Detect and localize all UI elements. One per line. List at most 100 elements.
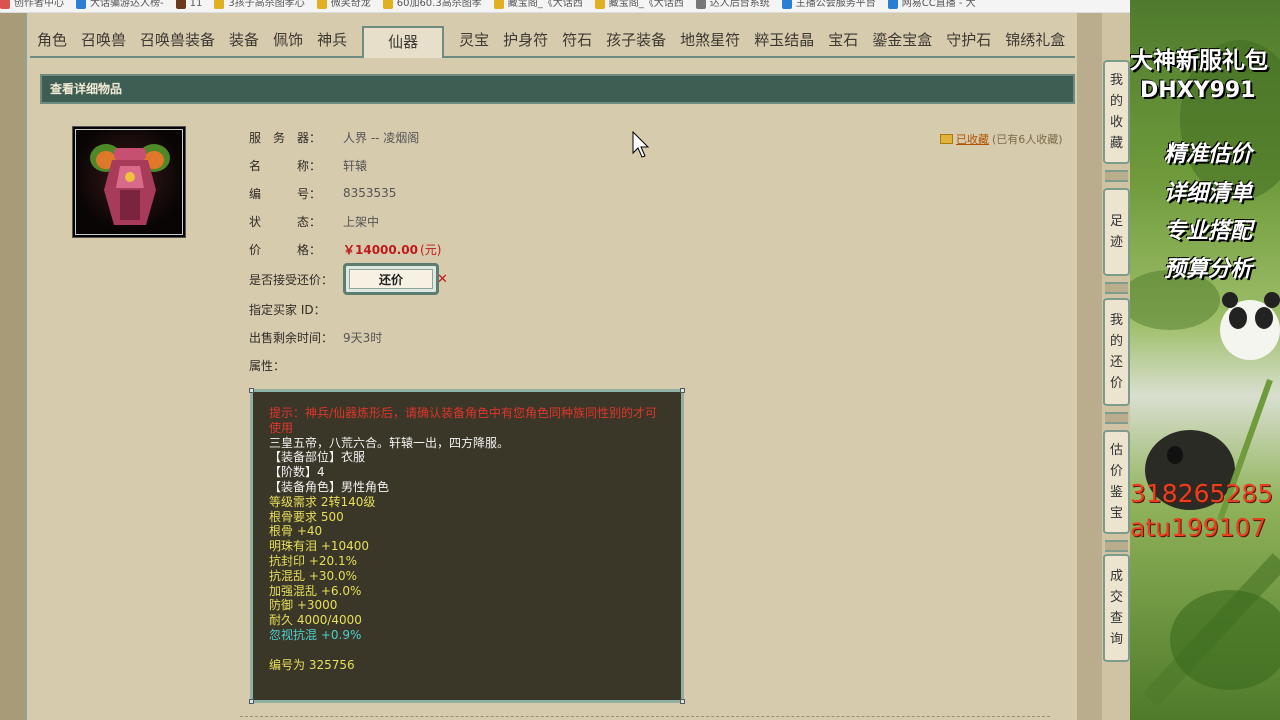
tab-14[interactable]: 鎏金宝盒 bbox=[865, 26, 939, 56]
side-nav-divider bbox=[1105, 170, 1128, 182]
stat-line: 抗封印 +20.1% bbox=[269, 553, 357, 568]
server-label: 服 务 器： bbox=[249, 130, 322, 145]
bookmark-icon bbox=[214, 0, 225, 9]
side-nav-char: 询 bbox=[1109, 632, 1123, 647]
bookmark-item[interactable]: 藏宝阁_《大话西 bbox=[493, 0, 583, 10]
stat-line: 加强混乱 +6.0% bbox=[269, 583, 362, 598]
favorite-status: 已收藏 (已有6人收藏) bbox=[940, 131, 1063, 147]
status-label: 状 态： bbox=[249, 214, 322, 229]
server-value: 人界 -- 凌烟阁 bbox=[343, 130, 420, 145]
haggle-button[interactable]: 还价 bbox=[343, 263, 439, 295]
bookmark-icon bbox=[175, 0, 186, 9]
side-nav-char: 足 bbox=[1109, 214, 1123, 229]
bookmark-item[interactable]: 大话骗游达人榜- bbox=[76, 0, 164, 10]
tab-15[interactable]: 守护石 bbox=[939, 26, 998, 56]
id-label: 编 号： bbox=[249, 186, 322, 201]
panda-illustration bbox=[1130, 40, 1280, 707]
tab-7[interactable]: 灵宝 bbox=[452, 26, 496, 56]
bookmark-icon bbox=[594, 0, 605, 9]
bookmark-item[interactable]: 网易CC直播 - 大 bbox=[887, 0, 976, 10]
tab-10[interactable]: 孩子装备 bbox=[599, 26, 673, 56]
streamer-ad-panel: 大神新服礼包 DHXY991 精准估价 详细清单 专业搭配 预算分析 31826… bbox=[1130, 0, 1280, 720]
bookmark-label: 主播公会服务平台 bbox=[795, 0, 876, 9]
tab-8[interactable]: 护身符 bbox=[496, 26, 555, 56]
tab-11[interactable]: 地煞星符 bbox=[673, 26, 747, 56]
page-background-left bbox=[0, 13, 25, 720]
bookmark-item[interactable]: 藏宝阁_《大话西 bbox=[594, 0, 684, 10]
divider bbox=[240, 716, 1050, 717]
side-nav-char: 成 bbox=[1109, 569, 1123, 584]
side-nav-char: 我 bbox=[1109, 313, 1123, 328]
tab-16[interactable]: 锦绣礼盒 bbox=[998, 26, 1072, 56]
haggle-label: 是否接受还价： bbox=[249, 272, 334, 287]
ad-slogan: 预算分析 bbox=[1164, 257, 1253, 282]
name-value: 轩辕 bbox=[343, 158, 368, 173]
bookmark-icon bbox=[695, 0, 706, 9]
bookmark-item[interactable]: 创作者中心 bbox=[0, 0, 64, 10]
panel-header: 查看详细物品 bbox=[40, 74, 1075, 104]
bookmark-item[interactable]: 60加60.3高杀图孝 bbox=[382, 0, 482, 10]
bookmark-item[interactable]: 微笑奇龙 bbox=[316, 0, 371, 10]
serial-text: 编号为 325756 bbox=[269, 657, 355, 672]
side-nav-divider bbox=[1105, 540, 1128, 552]
side-nav-divider bbox=[1105, 282, 1128, 294]
side-nav-char: 收 bbox=[1109, 115, 1123, 130]
side-nav-item[interactable]: 我的还价 bbox=[1103, 298, 1130, 406]
tab-0[interactable]: 角色 bbox=[30, 26, 74, 56]
tab-9[interactable]: 符石 bbox=[555, 26, 599, 56]
bookmark-label: 创作者中心 bbox=[14, 0, 64, 9]
frame-corner bbox=[249, 699, 254, 704]
status-value: 上架中 bbox=[343, 214, 380, 229]
status-row: 状 态： 上架中 bbox=[249, 211, 379, 231]
bookmark-item[interactable]: 主播公会服务平台 bbox=[781, 0, 876, 10]
side-nav-item[interactable]: 我的收藏 bbox=[1103, 60, 1130, 164]
bookmark-icon bbox=[493, 0, 504, 9]
tab-4[interactable]: 佩饰 bbox=[266, 26, 310, 56]
side-nav-char: 藏 bbox=[1109, 136, 1123, 151]
favorite-link[interactable]: 已收藏 bbox=[956, 131, 989, 147]
side-nav-char: 的 bbox=[1109, 334, 1123, 349]
bookmark-item[interactable]: 达人后台系统 bbox=[695, 0, 770, 10]
side-nav-item[interactable]: 估价鉴宝 bbox=[1103, 430, 1130, 534]
bookmark-label: 大话骗游达人榜- bbox=[90, 0, 164, 9]
frame-corner bbox=[680, 699, 685, 704]
price-label: 价 格： bbox=[249, 242, 322, 257]
bookmark-item[interactable]: 11 bbox=[175, 0, 202, 10]
id-row: 编 号： 8353535 bbox=[249, 183, 396, 203]
stat-line: 明珠有泪 +10400 bbox=[269, 539, 370, 554]
name-row: 名 称： 轩辕 bbox=[249, 155, 367, 175]
side-nav-char: 交 bbox=[1109, 590, 1123, 605]
ad-contact-number: 318265285 bbox=[1130, 479, 1274, 508]
tab-13[interactable]: 宝石 bbox=[821, 26, 865, 56]
attr-row: 属性： bbox=[249, 355, 343, 375]
bookmark-label: 60加60.3高杀图孝 bbox=[396, 0, 482, 9]
role-text: 【装备角色】男性角色 bbox=[269, 479, 390, 494]
side-nav-char: 宝 bbox=[1109, 506, 1123, 521]
tab-5[interactable]: 神兵 bbox=[310, 26, 354, 56]
bookmark-item[interactable]: 3孩子高杀图孝心 bbox=[214, 0, 305, 10]
tab-2[interactable]: 召唤兽装备 bbox=[133, 26, 222, 56]
side-nav-char: 我 bbox=[1109, 73, 1123, 88]
side-nav-item[interactable]: 足迹 bbox=[1103, 188, 1130, 276]
item-description: 提示：神兵/仙器炼形后，请确认装备角色中有您角色同种族同性别的才可使用 三皇五帝… bbox=[249, 388, 685, 704]
tab-1[interactable]: 召唤兽 bbox=[74, 26, 133, 56]
tab-12[interactable]: 粹玉结晶 bbox=[747, 26, 821, 56]
close-icon: ✕ bbox=[437, 271, 448, 287]
panel-title: 查看详细物品 bbox=[50, 82, 123, 96]
side-nav-char: 的 bbox=[1109, 94, 1123, 109]
side-nav: 我的收藏足迹我的还价估价鉴宝成交查询 bbox=[1103, 58, 1131, 668]
bookmark-label: 3孩子高杀图孝心 bbox=[228, 0, 305, 9]
attr-label: 属性： bbox=[249, 358, 286, 373]
bookmark-icon bbox=[76, 0, 86, 9]
category-tab-bar: 角色 召唤兽 召唤兽装备 装备 佩饰 神兵 仙器 灵宝 护身符 符石 孩子装备 地煞星符 粹玉结晶 宝石鎏… bbox=[30, 26, 1075, 58]
bookmark-label: 达人后台系统 bbox=[709, 0, 770, 9]
tab-6[interactable]: 仙器 bbox=[362, 26, 445, 58]
ad-slogan: 精准估价 bbox=[1164, 142, 1253, 167]
server-row: 服 务 器： 人界 -- 凌烟阁 bbox=[249, 127, 419, 147]
stat-line: 防御 +3000 bbox=[269, 598, 338, 613]
ad-code: DHXY991 bbox=[1140, 78, 1256, 103]
ad-title: 大神新服礼包 bbox=[1130, 48, 1268, 74]
tab-3[interactable]: 装备 bbox=[222, 26, 266, 56]
side-nav-item[interactable]: 成交查询 bbox=[1103, 554, 1130, 662]
ad-slogan: 专业搭配 bbox=[1164, 219, 1253, 244]
